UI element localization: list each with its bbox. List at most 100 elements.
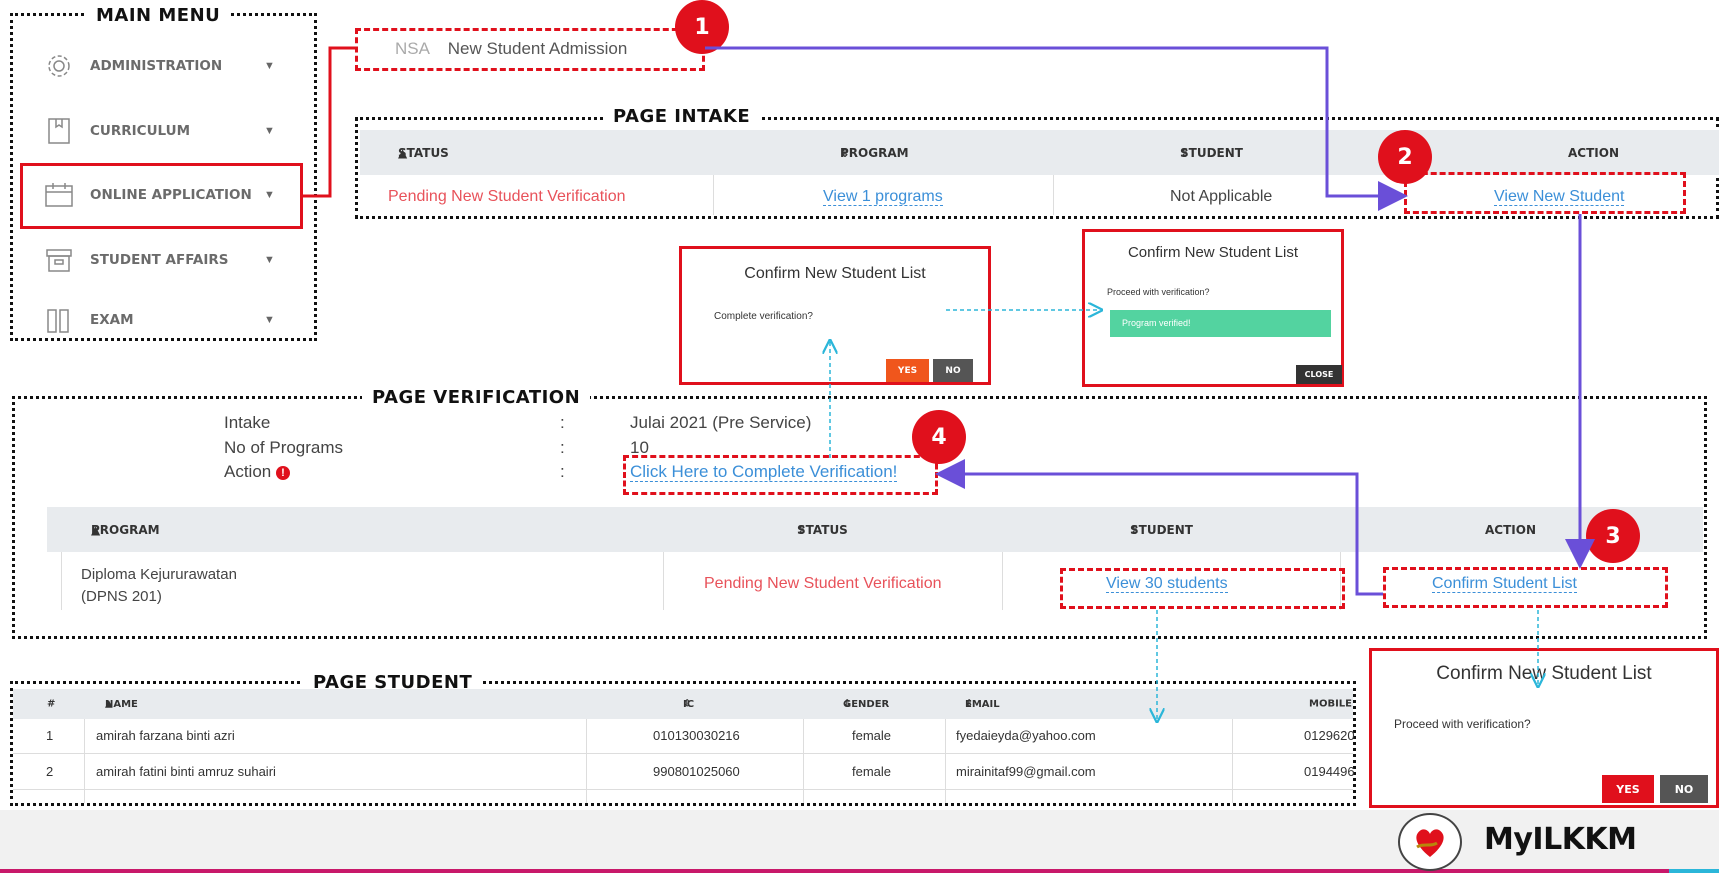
cell-mobile: 0129620	[1304, 728, 1355, 743]
menu-item-exam[interactable]: EXAM ▼	[20, 303, 305, 337]
header-student[interactable]: STUDENT ⇕	[1180, 146, 1243, 160]
no-button[interactable]: NO	[1660, 775, 1708, 803]
header-ic[interactable]: IC ⇕	[683, 699, 694, 710]
field-action-label-wrap: Action !	[224, 462, 290, 482]
divider	[1232, 719, 1233, 803]
gear-icon	[42, 49, 76, 83]
yes-button[interactable]: YES	[1602, 775, 1654, 803]
step-badge-1: 1	[675, 0, 729, 54]
divider	[713, 175, 714, 215]
modal-title: Confirm New Student List	[1436, 663, 1652, 684]
program-name: Diploma Kejururawatan (DPNS 201)	[81, 566, 237, 605]
field-intake-value: Julai 2021 (Pre Service)	[630, 413, 812, 432]
header-mobile: MOBILE	[1309, 698, 1352, 710]
intake-student: Not Applicable	[1170, 188, 1273, 205]
menu-item-administration[interactable]: ADMINISTRATION ▼	[20, 44, 305, 88]
archive-icon	[42, 243, 76, 277]
menu-item-label: ADMINISTRATION	[90, 58, 223, 74]
modal-message: Complete verification?	[714, 311, 813, 322]
main-menu-title: MAIN MENU	[86, 5, 231, 26]
field-sep: :	[560, 438, 565, 457]
cell-num: 2	[46, 764, 54, 779]
cell-email: mirainitaf99@gmail.com	[956, 764, 1096, 779]
nsa-code: NSA	[395, 39, 430, 58]
header-student[interactable]: STUDENT ⇕	[1130, 523, 1193, 537]
confirm-student-list-highlight	[1383, 567, 1668, 608]
modal-complete-verification: Confirm New Student List Complete verifi…	[679, 246, 991, 385]
header-program[interactable]: PROGRAM ▲	[91, 523, 160, 537]
success-message: Program verified!	[1122, 318, 1191, 328]
view-new-student-highlight	[1404, 172, 1686, 214]
chevron-down-icon: ▼	[264, 125, 275, 137]
header-num: #	[47, 698, 56, 710]
online-application-highlight	[20, 163, 303, 229]
field-sep: :	[560, 413, 565, 432]
yes-button[interactable]: YES	[886, 359, 929, 382]
menu-item-label: STUDENT AFFAIRS	[90, 252, 229, 268]
modal-message: Proceed with verification?	[1107, 287, 1210, 297]
brand-logo	[1398, 813, 1462, 871]
page-intake-title: PAGE INTAKE	[603, 106, 761, 127]
page-verification-title: PAGE VERIFICATION	[362, 387, 591, 408]
cell-name: amirah farzana binti azri	[96, 728, 235, 743]
menu-item-student-affairs[interactable]: STUDENT AFFAIRS ▼	[20, 238, 305, 282]
header-gender[interactable]: GENDER ⇕	[843, 699, 889, 710]
footer-accent-line	[0, 869, 1719, 873]
close-button[interactable]: CLOSE	[1296, 365, 1342, 384]
book-icon	[42, 114, 76, 148]
step-badge-2: 2	[1378, 130, 1432, 184]
cell-num: 1	[46, 728, 54, 743]
cell-mobile: 0194496	[1304, 764, 1355, 779]
menu-item-curriculum[interactable]: CURRICULUM ▼	[20, 109, 305, 153]
header-action: ACTION	[1568, 145, 1619, 160]
verification-table-header: PROGRAM ▲ STATUS ⇕ STUDENT ⇕ ACTION	[47, 507, 1703, 552]
header-action: ACTION	[1485, 522, 1536, 537]
divider	[663, 552, 664, 610]
intake-status: Pending New Student Verification	[388, 188, 626, 205]
modal-program-verified: Confirm New Student List Proceed with ve…	[1082, 229, 1344, 387]
cell-gender: female	[852, 764, 892, 779]
header-name[interactable]: NAME ▲	[105, 699, 138, 710]
field-programs-label: No of Programs	[224, 438, 344, 457]
menu-item-label: CURRICULUM	[90, 123, 191, 139]
cell-gender: female	[852, 728, 892, 743]
row-divider	[13, 753, 1353, 754]
cell-ic: 010130030216	[653, 728, 740, 743]
cell-name: amirah fatini binti amruz suhairi	[96, 764, 276, 779]
header-status[interactable]: STATUS ▲	[398, 146, 449, 160]
cell-ic: 990801025060	[653, 764, 740, 779]
field-intake-label: Intake	[224, 413, 271, 432]
header-email[interactable]: EMAIL ⇕	[965, 699, 1000, 710]
footer-cyan-line	[1669, 869, 1719, 873]
header-program[interactable]: PROGRAM ⇕	[840, 146, 909, 160]
success-alert: Program verified!	[1110, 310, 1331, 337]
cell-email: fyedaieyda@yahoo.com	[956, 728, 1096, 743]
divider	[61, 552, 62, 610]
divider	[586, 719, 587, 803]
divider	[84, 719, 85, 803]
exam-icon	[42, 303, 76, 337]
brand-name: MyILKKM	[1484, 822, 1637, 857]
modal-proceed-verification: Confirm New Student List Proceed with ve…	[1369, 648, 1719, 808]
field-sep: :	[560, 462, 565, 481]
step-badge-4: 4	[912, 410, 966, 464]
divider	[803, 719, 804, 803]
heart-hand-icon	[1416, 829, 1444, 857]
modal-message: Proceed with verification?	[1394, 717, 1531, 731]
nsa-menu-item[interactable]: NSA New Student Admission	[395, 39, 627, 59]
menu-item-label: EXAM	[90, 312, 134, 328]
view-programs-link[interactable]: View 1 programs	[823, 188, 943, 206]
divider	[1053, 175, 1054, 215]
complete-verification-highlight	[623, 455, 938, 495]
chevron-down-icon: ▼	[264, 254, 275, 266]
alert-icon: !	[275, 465, 290, 480]
divider	[945, 719, 946, 803]
step-badge-3: 3	[1586, 509, 1640, 563]
row-divider	[13, 789, 1353, 790]
no-button[interactable]: NO	[933, 359, 973, 382]
header-status[interactable]: STATUS ⇕	[797, 523, 848, 537]
nsa-label: New Student Admission	[447, 39, 628, 58]
student-table-header: # NAME ▲ IC ⇕ GENDER ⇕ EMAIL ⇕ MOBILE	[13, 689, 1353, 719]
view-students-highlight	[1060, 568, 1345, 609]
chevron-down-icon: ▼	[264, 314, 275, 326]
